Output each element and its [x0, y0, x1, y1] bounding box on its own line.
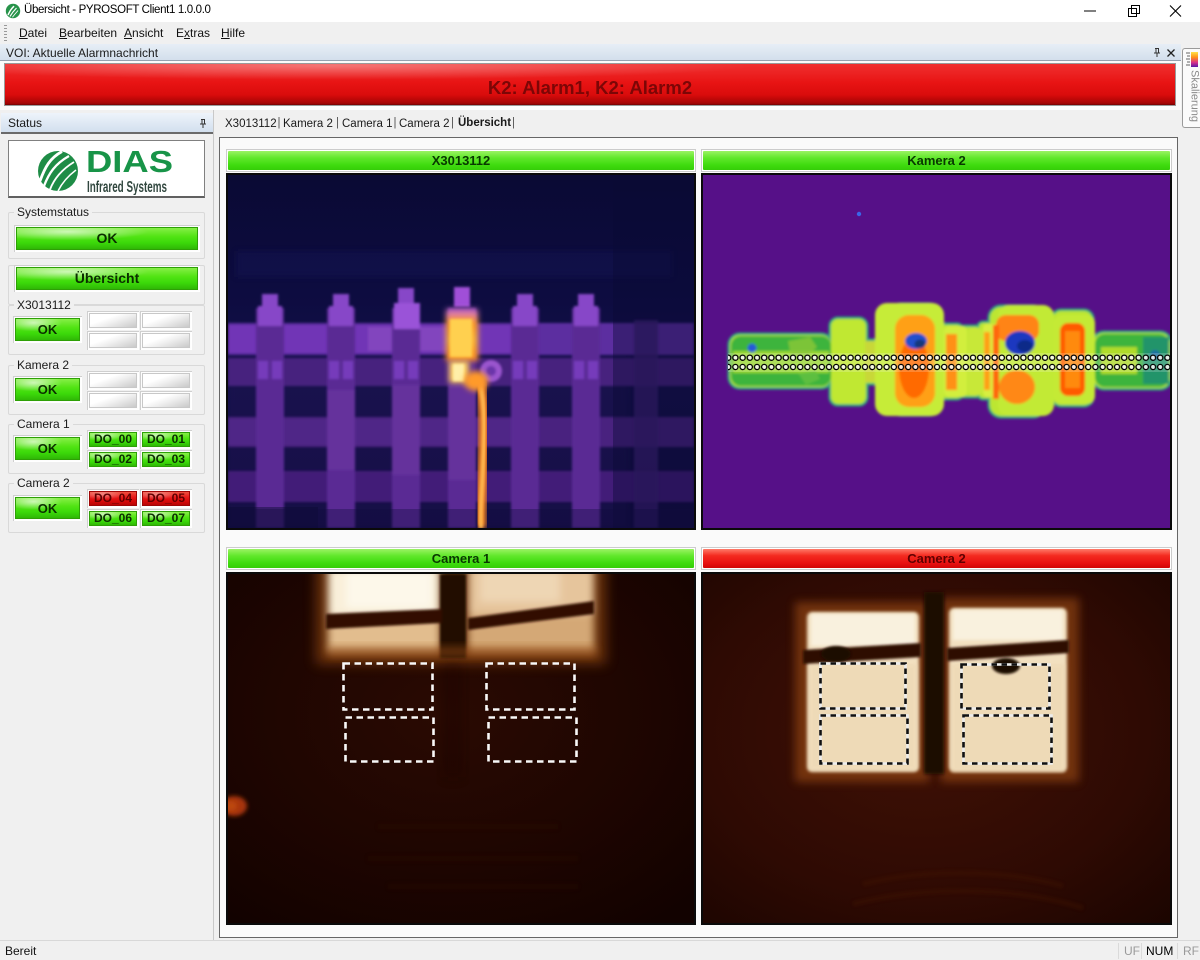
svg-text:Skalierung: Skalierung — [1189, 70, 1200, 122]
svg-text:Infrared Systems: Infrared Systems — [87, 179, 167, 195]
svg-text:DIAS: DIAS — [86, 144, 173, 179]
